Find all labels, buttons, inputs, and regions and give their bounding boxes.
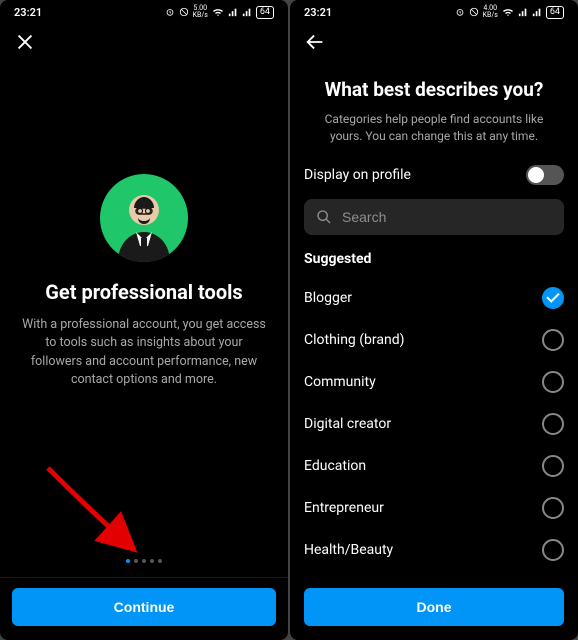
status-right: 5.00KB/s 64 bbox=[165, 5, 274, 19]
back-icon[interactable] bbox=[304, 31, 326, 57]
left-content: Get professional tools With a profession… bbox=[0, 64, 288, 559]
category-item[interactable]: Education bbox=[304, 445, 564, 487]
right-heading: What best describes you? bbox=[304, 78, 564, 101]
battery-level: 64 bbox=[256, 6, 274, 19]
status-bar: 23:21 5.00KB/s 64 bbox=[0, 0, 288, 24]
signal-icon bbox=[518, 7, 528, 17]
search-input[interactable] bbox=[342, 209, 552, 225]
category-item[interactable]: Community bbox=[304, 361, 564, 403]
net-speed-right: 4.00KB/s bbox=[483, 5, 498, 19]
dnd-icon bbox=[469, 7, 479, 17]
category-label: Clothing (brand) bbox=[304, 332, 405, 348]
display-on-profile-label: Display on profile bbox=[304, 167, 411, 183]
wifi-icon bbox=[212, 7, 224, 17]
battery-level: 64 bbox=[546, 6, 564, 19]
radio-unchecked-icon[interactable] bbox=[542, 329, 564, 351]
page-dots bbox=[0, 559, 288, 563]
avatar bbox=[100, 174, 188, 262]
search-box[interactable] bbox=[304, 199, 564, 235]
button-bar: Continue bbox=[0, 577, 288, 640]
category-label: Health/Beauty bbox=[304, 542, 393, 558]
continue-button[interactable]: Continue bbox=[12, 588, 276, 626]
radio-checked-icon[interactable] bbox=[542, 287, 564, 309]
radio-unchecked-icon[interactable] bbox=[542, 455, 564, 477]
net-speed-left: 5.00KB/s bbox=[193, 5, 208, 19]
category-label: Community bbox=[304, 374, 376, 390]
close-icon[interactable] bbox=[14, 31, 36, 57]
display-on-profile-row: Display on profile bbox=[304, 165, 564, 185]
page-dot bbox=[158, 559, 162, 563]
done-button[interactable]: Done bbox=[304, 588, 564, 626]
wifi-icon bbox=[502, 7, 514, 17]
page-dot bbox=[134, 559, 138, 563]
status-time: 23:21 bbox=[14, 6, 42, 19]
button-bar: Done bbox=[290, 578, 578, 640]
status-time: 23:21 bbox=[304, 6, 332, 19]
radio-unchecked-icon[interactable] bbox=[542, 413, 564, 435]
category-item[interactable]: Entrepreneur bbox=[304, 487, 564, 529]
page-dot bbox=[150, 559, 154, 563]
right-subtext: Categories help people find accounts lik… bbox=[304, 111, 564, 145]
dnd-icon bbox=[179, 7, 189, 17]
signal-icon bbox=[228, 7, 238, 17]
nav-bar bbox=[290, 24, 578, 64]
page-dot bbox=[126, 559, 130, 563]
status-bar: 23:21 4.00KB/s 64 bbox=[290, 0, 578, 24]
page-dot bbox=[142, 559, 146, 563]
left-screen: 23:21 5.00KB/s 64 bbox=[0, 0, 288, 640]
category-item[interactable]: Clothing (brand) bbox=[304, 319, 564, 361]
search-icon bbox=[316, 209, 332, 225]
category-label: Digital creator bbox=[304, 416, 391, 432]
alarm-icon bbox=[455, 7, 465, 17]
alarm-icon bbox=[165, 7, 175, 17]
left-heading: Get professional tools bbox=[45, 280, 242, 304]
status-right: 4.00KB/s 64 bbox=[455, 5, 564, 19]
category-item[interactable]: Digital creator bbox=[304, 403, 564, 445]
radio-unchecked-icon[interactable] bbox=[542, 371, 564, 393]
category-label: Entrepreneur bbox=[304, 500, 384, 516]
category-label: Education bbox=[304, 458, 366, 474]
right-content: What best describes you? Categories help… bbox=[290, 64, 578, 578]
radio-unchecked-icon[interactable] bbox=[542, 497, 564, 519]
signal-icon-2 bbox=[532, 7, 542, 17]
radio-unchecked-icon[interactable] bbox=[542, 539, 564, 561]
display-on-profile-toggle[interactable] bbox=[526, 165, 564, 185]
category-list: Blogger Clothing (brand) Community Digital … bbox=[304, 277, 564, 578]
right-screen: 23:21 4.00KB/s 64 What best describes yo… bbox=[290, 0, 578, 640]
category-label: Blogger bbox=[304, 290, 352, 306]
signal-icon-2 bbox=[242, 7, 252, 17]
category-item[interactable]: Blogger bbox=[304, 277, 564, 319]
category-item[interactable]: Health/Beauty bbox=[304, 529, 564, 571]
left-description: With a professional account, you get acc… bbox=[22, 316, 266, 389]
section-header: Suggested bbox=[304, 251, 564, 267]
nav-bar bbox=[0, 24, 288, 64]
